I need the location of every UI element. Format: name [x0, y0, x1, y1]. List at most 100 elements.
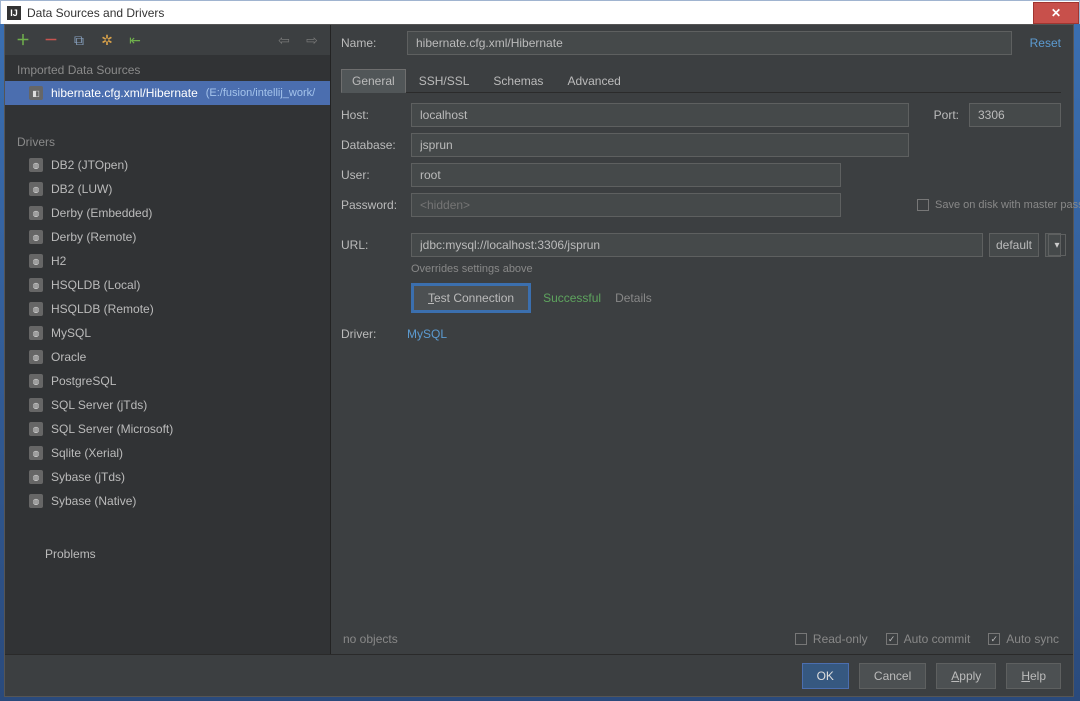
- name-input[interactable]: [407, 31, 1012, 55]
- driver-item[interactable]: ◍HSQLDB (Remote): [5, 297, 330, 321]
- url-mode-select[interactable]: default: [989, 233, 1039, 257]
- apply-button[interactable]: Apply: [936, 663, 996, 689]
- database-icon: ◍: [29, 206, 43, 220]
- driver-item[interactable]: ◍Oracle: [5, 345, 330, 369]
- add-icon[interactable]: ＋: [15, 32, 31, 48]
- driver-item[interactable]: ◍ Sybase (jTds): [5, 465, 330, 489]
- settings-icon[interactable]: ✲: [99, 32, 115, 48]
- auto-sync-checkbox[interactable]: Auto sync: [988, 632, 1059, 646]
- tab-advanced[interactable]: Advanced: [556, 69, 631, 92]
- driver-item[interactable]: ◍ PostgreSQL: [5, 369, 330, 393]
- save-on-disk-checkbox[interactable]: [917, 199, 929, 211]
- driver-label: DB2 (JTOpen): [51, 158, 128, 172]
- tab-general[interactable]: General: [341, 69, 406, 93]
- tab-schemas[interactable]: Schemas: [482, 69, 554, 92]
- problems-link[interactable]: Problems: [5, 547, 330, 561]
- data-source-item[interactable]: ◧ hibernate.cfg.xml/Hibernate (E:/fusion…: [5, 81, 330, 105]
- database-icon: ◍: [29, 422, 43, 436]
- reset-link[interactable]: Reset: [1020, 36, 1061, 50]
- copy-icon[interactable]: ⧉: [71, 32, 87, 48]
- driver-label: HSQLDB (Local): [51, 278, 140, 292]
- save-on-disk-label: Save on disk with master password protec…: [935, 199, 1080, 211]
- auto-commit-checkbox[interactable]: Auto commit: [886, 632, 971, 646]
- driver-row: Driver: MySQL: [341, 327, 1061, 341]
- drivers-tree: ◍DB2 (JTOpen)◍DB2 (LUW)◍Derby (Embedded)…: [5, 153, 330, 519]
- driver-link[interactable]: MySQL: [407, 327, 447, 341]
- section-drivers: Drivers: [5, 127, 330, 153]
- driver-item[interactable]: ◍ HSQLDB (Local): [5, 273, 330, 297]
- driver-item[interactable]: ◍DB2 (JTOpen): [5, 153, 330, 177]
- window-close-button[interactable]: ✕: [1033, 2, 1079, 24]
- read-only-checkbox[interactable]: Read-only: [795, 632, 868, 646]
- database-icon: ◍: [29, 374, 43, 388]
- url-grid: URL: default ▾ Overrides settings above: [341, 233, 1061, 275]
- host-label: Host:: [341, 108, 403, 122]
- database-icon: ◍: [29, 254, 43, 268]
- database-input[interactable]: [411, 133, 909, 157]
- tab-ssh-ssl[interactable]: SSH/SSL: [408, 69, 481, 92]
- url-mode-value: default: [996, 238, 1032, 252]
- data-source-path: (E:/fusion/intellij_work/: [206, 87, 315, 99]
- driver-item[interactable]: ◍ Derby (Remote): [5, 225, 330, 249]
- driver-label: Oracle: [51, 350, 86, 364]
- driver-label: PostgreSQL: [51, 374, 116, 388]
- test-connection-button[interactable]: Test Connection: [413, 285, 529, 311]
- database-icon: ◍: [29, 494, 43, 508]
- test-connection-row: Test Connection Successful Details: [341, 285, 1061, 311]
- sidebar: ＋ － ⧉ ✲ ⇤ ⇦ ⇨ Imported Data Sources ◧ hi…: [5, 25, 331, 654]
- driver-item[interactable]: ◍DB2 (LUW): [5, 177, 330, 201]
- driver-label: Derby (Embedded): [51, 206, 152, 220]
- user-label: User:: [341, 168, 403, 182]
- dialog-body: ＋ － ⧉ ✲ ⇤ ⇦ ⇨ Imported Data Sources ◧ hi…: [4, 24, 1074, 697]
- user-input[interactable]: [411, 163, 841, 187]
- cancel-button[interactable]: Cancel: [859, 663, 926, 689]
- driver-label: SQL Server (jTds): [51, 398, 147, 412]
- driver-item[interactable]: ◍ SQL Server (jTds): [5, 393, 330, 417]
- help-button[interactable]: Help: [1006, 663, 1061, 689]
- driver-label: Driver:: [341, 327, 399, 341]
- driver-item[interactable]: ◍ Sqlite (Xerial): [5, 441, 330, 465]
- forward-icon[interactable]: ⇨: [304, 32, 320, 48]
- database-icon: ◍: [29, 278, 43, 292]
- database-icon: ◍: [29, 302, 43, 316]
- driver-label: Sybase (Native): [51, 494, 136, 508]
- chevron-down-icon: ▾: [1048, 234, 1066, 256]
- driver-item[interactable]: ◍SQL Server (Microsoft): [5, 417, 330, 441]
- driver-label: Sqlite (Xerial): [51, 446, 123, 460]
- driver-item[interactable]: ◍ Sybase (Native): [5, 489, 330, 513]
- ok-button[interactable]: OK: [802, 663, 849, 689]
- title-bar: IJ Data Sources and Drivers ✕: [0, 0, 1080, 24]
- back-icon[interactable]: ⇦: [276, 32, 292, 48]
- driver-item[interactable]: ◍ Derby (Embedded): [5, 201, 330, 225]
- driver-label: MySQL: [51, 326, 91, 340]
- password-input[interactable]: [411, 193, 841, 217]
- driver-item[interactable]: ◍MySQL: [5, 321, 330, 345]
- url-label: URL:: [341, 238, 403, 252]
- url-input[interactable]: [411, 233, 983, 257]
- test-details-link[interactable]: Details: [615, 291, 652, 305]
- import-icon[interactable]: ⇤: [127, 32, 143, 48]
- dialog-content: ＋ － ⧉ ✲ ⇤ ⇦ ⇨ Imported Data Sources ◧ hi…: [5, 25, 1073, 654]
- url-mode-dropdown-button[interactable]: ▾: [1045, 233, 1061, 257]
- driver-label: Derby (Remote): [51, 230, 136, 244]
- password-label: Password:: [341, 198, 403, 212]
- form-grid: Host: Port: Database: User: Password: Sa…: [341, 103, 1061, 217]
- port-input[interactable]: [969, 103, 1061, 127]
- app-icon: IJ: [7, 6, 21, 20]
- port-label: Port:: [917, 108, 961, 122]
- main-panel: Name: Reset General SSH/SSL Schemas Adva…: [331, 25, 1073, 654]
- window-title: Data Sources and Drivers: [27, 6, 164, 20]
- footer-status: no objects Read-only Auto commit Auto sy…: [341, 624, 1061, 654]
- host-input[interactable]: [411, 103, 909, 127]
- database-icon: ◍: [29, 182, 43, 196]
- database-icon: ◍: [29, 470, 43, 484]
- data-sources-tree: ◧ hibernate.cfg.xml/Hibernate (E:/fusion…: [5, 81, 330, 111]
- database-icon: ◍: [29, 230, 43, 244]
- name-label: Name:: [341, 36, 399, 50]
- driver-label: Sybase (jTds): [51, 470, 125, 484]
- remove-icon[interactable]: －: [43, 32, 59, 48]
- database-icon: ◍: [29, 446, 43, 460]
- no-objects: no objects: [343, 632, 398, 646]
- driver-item[interactable]: ◍H2: [5, 249, 330, 273]
- database-icon: ◍: [29, 398, 43, 412]
